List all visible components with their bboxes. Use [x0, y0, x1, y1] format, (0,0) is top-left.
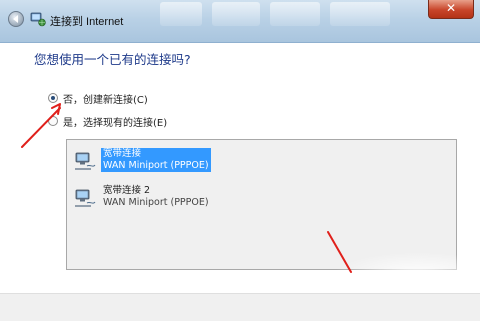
option-create-new-label: 否，创建新连接(C) — [63, 94, 148, 106]
option-create-new[interactable]: 否，创建新连接(C) — [48, 90, 148, 106]
connection-name: 宽带连接 — [101, 148, 211, 160]
dialog-footer — [0, 293, 480, 321]
network-computer-icon — [75, 189, 96, 207]
page-question: 您想使用一个已有的连接吗? — [34, 52, 191, 67]
glass-reflection — [330, 2, 390, 26]
glass-reflection — [270, 2, 320, 26]
list-item-broadband[interactable]: 宽带连接 WAN Miniport (PPPOE) — [73, 148, 211, 176]
glass-reflection — [160, 2, 202, 26]
close-button[interactable]: ✕ — [428, 0, 474, 19]
option-use-existing[interactable]: 是，选择现有的连接(E) — [48, 113, 167, 129]
connection-device: WAN Miniport (PPPOE) — [103, 197, 209, 208]
connection-name: 宽带连接 2 — [103, 185, 151, 196]
radio-use-existing[interactable] — [48, 116, 58, 126]
glass-reflection — [212, 2, 260, 26]
option-use-existing-label: 是，选择现有的连接(E) — [63, 117, 168, 129]
back-button[interactable] — [8, 11, 24, 27]
network-computer-icon — [75, 152, 96, 170]
back-arrow-icon — [13, 15, 18, 23]
window-title: 连接到 Internet — [50, 16, 124, 28]
list-item-broadband-2[interactable]: 宽带连接 2 WAN Miniport (PPPOE) — [73, 185, 211, 213]
radio-create-new[interactable] — [48, 93, 58, 103]
connection-list[interactable]: 宽带连接 WAN Miniport (PPPOE) 宽带连接 2 WAN Min… — [66, 139, 457, 270]
title-bar: 连接到 Internet ✕ — [0, 0, 480, 43]
network-connection-icon — [30, 12, 46, 27]
watermark-blur — [334, 252, 474, 292]
close-icon: ✕ — [445, 1, 457, 15]
connection-device: WAN Miniport (PPPOE) — [101, 160, 211, 172]
